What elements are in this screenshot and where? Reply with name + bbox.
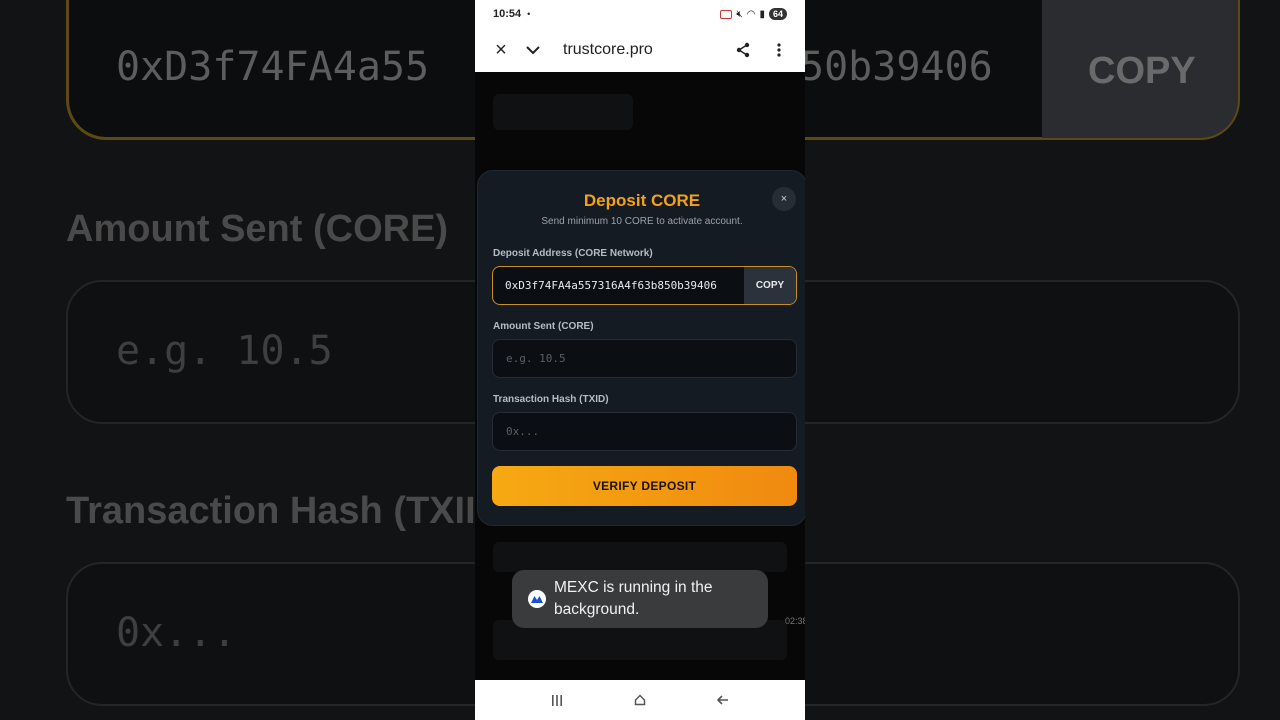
modal-title: Deposit CORE bbox=[583, 191, 701, 210]
verify-deposit-button[interactable]: VERIFY DEPOSIT bbox=[492, 466, 797, 506]
status-bar: 10:54 • 🔇︎ ◠ ▮ 64 bbox=[475, 0, 805, 28]
mexc-app-icon bbox=[528, 590, 546, 608]
copy-address-button[interactable]: COPY bbox=[744, 267, 796, 304]
phone-screen: 10:54 • 🔇︎ ◠ ▮ 64 × trustcore.pro Deposi… bbox=[475, 0, 805, 720]
bg-amount-placeholder: e.g. 10.5 bbox=[116, 328, 333, 374]
system-nav-bar bbox=[475, 680, 805, 720]
video-timecode: 02:38 bbox=[785, 616, 805, 626]
status-icons: 🔇︎ ◠ ▮ 64 bbox=[720, 8, 787, 20]
bg-amount-label: Amount Sent (CORE) bbox=[66, 208, 449, 250]
share-button[interactable] bbox=[727, 34, 759, 66]
toast-message: MEXC is running in the background. bbox=[554, 579, 713, 618]
home-button[interactable] bbox=[620, 685, 660, 715]
battery-icon: 64 bbox=[768, 8, 787, 20]
url-text[interactable]: trustcore.pro bbox=[563, 41, 653, 59]
bg-address-text: 0xD3f74FA4a55 bbox=[116, 44, 430, 90]
bg-txid-label: Transaction Hash (TXII bbox=[66, 490, 476, 532]
back-button[interactable] bbox=[703, 685, 743, 715]
page-header-ghost bbox=[493, 94, 633, 130]
chevron-down-icon bbox=[526, 46, 540, 55]
back-icon bbox=[717, 695, 729, 705]
wifi-icon: ◠ bbox=[746, 8, 756, 20]
cast-icon bbox=[720, 9, 733, 19]
address-label: Deposit Address (CORE Network) bbox=[493, 248, 653, 259]
page-row-ghost bbox=[493, 542, 787, 572]
deposit-address-value[interactable]: 0xD3f74FA4a557316A4f63b850b39406 bbox=[505, 279, 731, 292]
browser-toolbar: × trustcore.pro bbox=[475, 28, 805, 72]
amount-input[interactable]: e.g. 10.5 bbox=[492, 339, 797, 378]
close-icon: × bbox=[780, 193, 788, 205]
amount-label: Amount Sent (CORE) bbox=[493, 321, 594, 332]
system-toast: MEXC is running in the background. bbox=[512, 570, 768, 628]
bg-copy-text: COPY bbox=[1088, 50, 1196, 92]
deposit-modal: Deposit CORE Send minimum 10 CORE to act… bbox=[477, 170, 805, 526]
txid-input[interactable]: 0x... bbox=[492, 412, 797, 451]
status-dot: • bbox=[527, 9, 531, 19]
bg-address-tail: 50b39406 bbox=[800, 44, 993, 90]
share-icon bbox=[736, 42, 750, 58]
recents-button[interactable] bbox=[537, 685, 577, 715]
home-icon bbox=[634, 694, 646, 706]
status-time: 10:54 bbox=[493, 8, 522, 20]
modal-close-button[interactable]: × bbox=[772, 187, 796, 211]
signal-icon: ▮ bbox=[759, 8, 765, 20]
close-tab-button[interactable]: × bbox=[485, 34, 517, 66]
more-options-button[interactable] bbox=[763, 34, 795, 66]
amount-placeholder: e.g. 10.5 bbox=[506, 352, 566, 365]
close-icon: × bbox=[495, 38, 507, 61]
recents-icon bbox=[551, 694, 562, 706]
mute-icon: 🔇︎ bbox=[736, 8, 743, 20]
bg-txid-placeholder: 0x... bbox=[116, 610, 237, 656]
txid-placeholder: 0x... bbox=[506, 425, 540, 438]
more-vert-icon bbox=[777, 43, 781, 57]
txid-label: Transaction Hash (TXID) bbox=[493, 394, 609, 405]
page-info-button[interactable] bbox=[517, 34, 549, 66]
modal-subtitle: Send minimum 10 CORE to activate account… bbox=[541, 216, 743, 227]
deposit-address-field[interactable]: 0xD3f74FA4a557316A4f63b850b39406 COPY bbox=[492, 266, 797, 305]
